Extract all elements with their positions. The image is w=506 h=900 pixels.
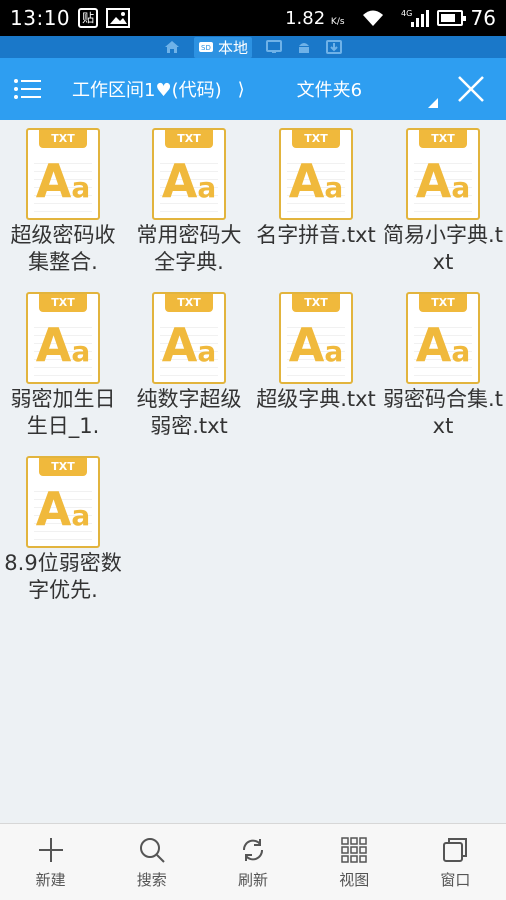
file-item[interactable]: TXT Aa 超级密码收集整合. <box>0 120 126 280</box>
file-item[interactable]: TXT Aa 纯数字超级弱密.txt <box>126 284 252 444</box>
grid-view-icon <box>339 835 369 865</box>
txt-file-icon: TXT Aa <box>26 292 100 384</box>
network-icon[interactable] <box>266 40 282 54</box>
breadcrumb-parent[interactable]: 工作区间1♥(代码) <box>72 76 222 102</box>
file-name: 名字拼音.txt <box>256 223 376 247</box>
view-label: 视图 <box>339 870 370 889</box>
file-name: 简易小字典.txt <box>383 223 503 274</box>
window-button[interactable]: 窗口 <box>405 824 506 900</box>
refresh-button[interactable]: 刷新 <box>202 824 303 900</box>
file-name: 弱密码合集.txt <box>383 387 503 438</box>
file-type-badge: TXT <box>39 294 87 312</box>
search-label: 搜索 <box>136 870 167 889</box>
file-name: 超级字典.txt <box>256 387 376 411</box>
menu-icon <box>14 79 41 99</box>
txt-file-icon: TXT Aa <box>152 128 226 220</box>
battery-icon <box>436 10 466 26</box>
plus-icon <box>36 835 66 865</box>
signal-icon: 4G <box>401 8 429 28</box>
txt-file-icon: TXT Aa <box>26 456 100 548</box>
file-item[interactable]: TXT Aa 超级字典.txt <box>253 284 379 444</box>
text-glyph-icon: Aa <box>35 482 91 536</box>
home-icon[interactable] <box>164 40 180 54</box>
txt-file-icon: TXT Aa <box>279 128 353 220</box>
file-type-badge: TXT <box>39 458 87 476</box>
text-glyph-icon: Aa <box>288 318 344 372</box>
local-storage-tab[interactable]: SD 本地 <box>193 36 252 58</box>
view-button[interactable]: 视图 <box>304 824 405 900</box>
text-glyph-icon: Aa <box>161 154 217 208</box>
image-notification-icon <box>106 8 131 28</box>
file-type-badge: TXT <box>165 130 213 148</box>
menu-button[interactable] <box>0 58 56 120</box>
search-button[interactable]: 搜索 <box>101 824 202 900</box>
txt-file-icon: TXT Aa <box>152 292 226 384</box>
file-type-badge: TXT <box>292 294 340 312</box>
file-name: 8.9位弱密数字优先. <box>4 551 122 602</box>
dropdown-indicator-icon[interactable] <box>428 98 438 108</box>
file-item[interactable]: TXT Aa 8.9位弱密数字优先. <box>0 448 126 608</box>
file-item[interactable]: TXT Aa 简易小字典.txt <box>380 120 506 280</box>
network-speed: 1.82 K/s <box>285 7 345 29</box>
text-glyph-icon: Aa <box>415 318 471 372</box>
txt-file-icon: TXT Aa <box>406 292 480 384</box>
close-button[interactable] <box>446 58 496 120</box>
txt-file-icon: TXT Aa <box>279 292 353 384</box>
header-bar: 工作区间1♥(代码) ⟩ 文件夹6 <box>0 58 506 120</box>
file-name: 常用密码大全字典. <box>136 223 242 274</box>
local-storage-label: 本地 <box>217 38 248 57</box>
sd-card-icon: SD <box>198 42 213 52</box>
file-type-badge: TXT <box>419 294 467 312</box>
window-label: 窗口 <box>440 870 471 889</box>
download-icon[interactable] <box>326 40 342 54</box>
file-type-badge: TXT <box>292 130 340 148</box>
text-glyph-icon: Aa <box>161 318 217 372</box>
file-item[interactable]: TXT Aa 名字拼音.txt <box>253 120 379 280</box>
clock: 13:10 <box>10 6 71 30</box>
battery-level: 76 <box>470 6 496 30</box>
window-icon <box>440 835 470 865</box>
breadcrumb-separator: ⟩ <box>237 78 245 100</box>
search-icon <box>137 835 167 865</box>
text-glyph-icon: Aa <box>415 154 471 208</box>
close-icon <box>458 76 484 102</box>
txt-file-icon: TXT Aa <box>26 128 100 220</box>
text-glyph-icon: Aa <box>35 154 91 208</box>
wifi-icon <box>361 9 385 27</box>
android-icon[interactable] <box>296 40 312 54</box>
text-glyph-icon: Aa <box>35 318 91 372</box>
text-glyph-icon: Aa <box>288 154 344 208</box>
new-label: 新建 <box>35 870 66 889</box>
new-button[interactable]: 新建 <box>0 824 101 900</box>
file-type-badge: TXT <box>165 294 213 312</box>
svg-text:SD: SD <box>201 44 211 52</box>
location-strip: SD 本地 <box>0 36 506 58</box>
txt-file-icon: TXT Aa <box>406 128 480 220</box>
file-type-badge: TXT <box>419 130 467 148</box>
status-bar: 13:10 贴 1.82 K/s 4G 76 <box>0 0 506 36</box>
file-item[interactable]: TXT Aa 弱密加生日生日_1. <box>0 284 126 444</box>
bottom-toolbar: 新建 搜索 刷新 视图 窗口 <box>0 823 506 900</box>
file-type-badge: TXT <box>39 130 87 148</box>
refresh-icon <box>238 835 268 865</box>
file-name: 纯数字超级弱密.txt <box>136 387 242 438</box>
svg-text:4G: 4G <box>401 9 412 18</box>
file-item[interactable]: TXT Aa 弱密码合集.txt <box>380 284 506 444</box>
file-name: 弱密加生日生日_1. <box>10 387 116 438</box>
file-item[interactable]: TXT Aa 常用密码大全字典. <box>126 120 252 280</box>
current-folder-title[interactable]: 文件夹6 <box>297 76 362 102</box>
file-name: 超级密码收集整合. <box>10 223 116 274</box>
notification-icon: 贴 <box>78 8 99 28</box>
refresh-label: 刷新 <box>238 870 269 889</box>
